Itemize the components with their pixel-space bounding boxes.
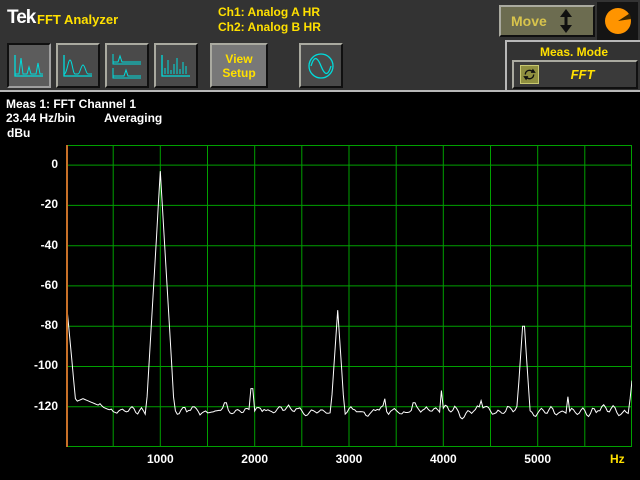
fft-plot-area (65, 145, 633, 447)
measurement-title: Meas 1: FFT Channel 1 (6, 97, 137, 111)
spectrum-view-1-icon (14, 54, 43, 77)
fft-plot-svg (65, 145, 633, 447)
resolution-readout: 23.44 Hz/bin (6, 111, 76, 125)
meas-mode-value: FFT (570, 67, 595, 82)
view-button-1[interactable] (7, 43, 51, 88)
y-axis-tick-label: -120 (33, 398, 58, 413)
x-axis-tick-label: 1000 (146, 452, 174, 466)
rotary-knob-icon (604, 8, 631, 34)
up-down-arrow-icon (559, 9, 572, 33)
meas-mode-button[interactable]: FFT (512, 60, 638, 89)
view-button-3[interactable] (105, 43, 149, 88)
x-axis-tick-label: 5000 (524, 452, 551, 466)
meas-mode-divider-vertical (505, 40, 507, 92)
knob-area[interactable] (597, 2, 638, 40)
view-setup-button[interactable]: View Setup (210, 43, 268, 88)
x-axis-tick-label: 2000 (241, 452, 268, 466)
cycle-arrows-icon (520, 65, 539, 84)
meas-mode-divider-horizontal (505, 40, 640, 42)
comb-spectrum-view-icon (161, 54, 190, 77)
x-axis-unit-label: Hz (610, 452, 625, 466)
view-setup-label-line1: View (225, 51, 253, 66)
y-axis-tick-label: -60 (40, 277, 58, 292)
channel-info: Ch1: Analog A HR Ch2: Analog B HR (218, 5, 321, 35)
ch2-label: Ch2: Analog B HR (218, 20, 321, 34)
spectrum-view-2-icon (63, 54, 92, 77)
y-axis-tick-label: -80 (40, 318, 58, 333)
fft-analyzer-screen: Tek FFT Analyzer Ch1: Analog A HR Ch2: A… (0, 0, 640, 480)
meas-mode-label: Meas. Mode (539, 45, 608, 59)
app-title: FFT Analyzer (37, 12, 119, 27)
x-axis-tick-label: 4000 (429, 452, 457, 466)
y-axis-unit-label: dBu (7, 126, 31, 140)
sine-monitor-button[interactable] (299, 43, 343, 88)
y-axis-tick-label: -100 (33, 358, 58, 373)
move-button[interactable]: Move (499, 5, 595, 37)
view-button-4[interactable] (154, 43, 198, 88)
view-button-2[interactable] (56, 43, 100, 88)
move-label: Move (511, 13, 547, 29)
y-axis-tick-label: 0 (51, 157, 58, 172)
y-axis-tick-label: -40 (40, 237, 58, 252)
sine-wave-icon (308, 52, 334, 79)
y-axis-tick-label: -20 (40, 197, 58, 212)
tek-logo: Tek (7, 7, 36, 28)
dual-spectrum-view-icon (112, 53, 141, 78)
x-axis-tick-label: 3000 (335, 452, 363, 466)
acquisition-mode-readout: Averaging (104, 111, 163, 125)
top-chrome: Tek FFT Analyzer Ch1: Analog A HR Ch2: A… (0, 0, 640, 92)
ch1-label: Ch1: Analog A HR (218, 5, 320, 19)
view-setup-label-line2: Setup (222, 65, 256, 80)
